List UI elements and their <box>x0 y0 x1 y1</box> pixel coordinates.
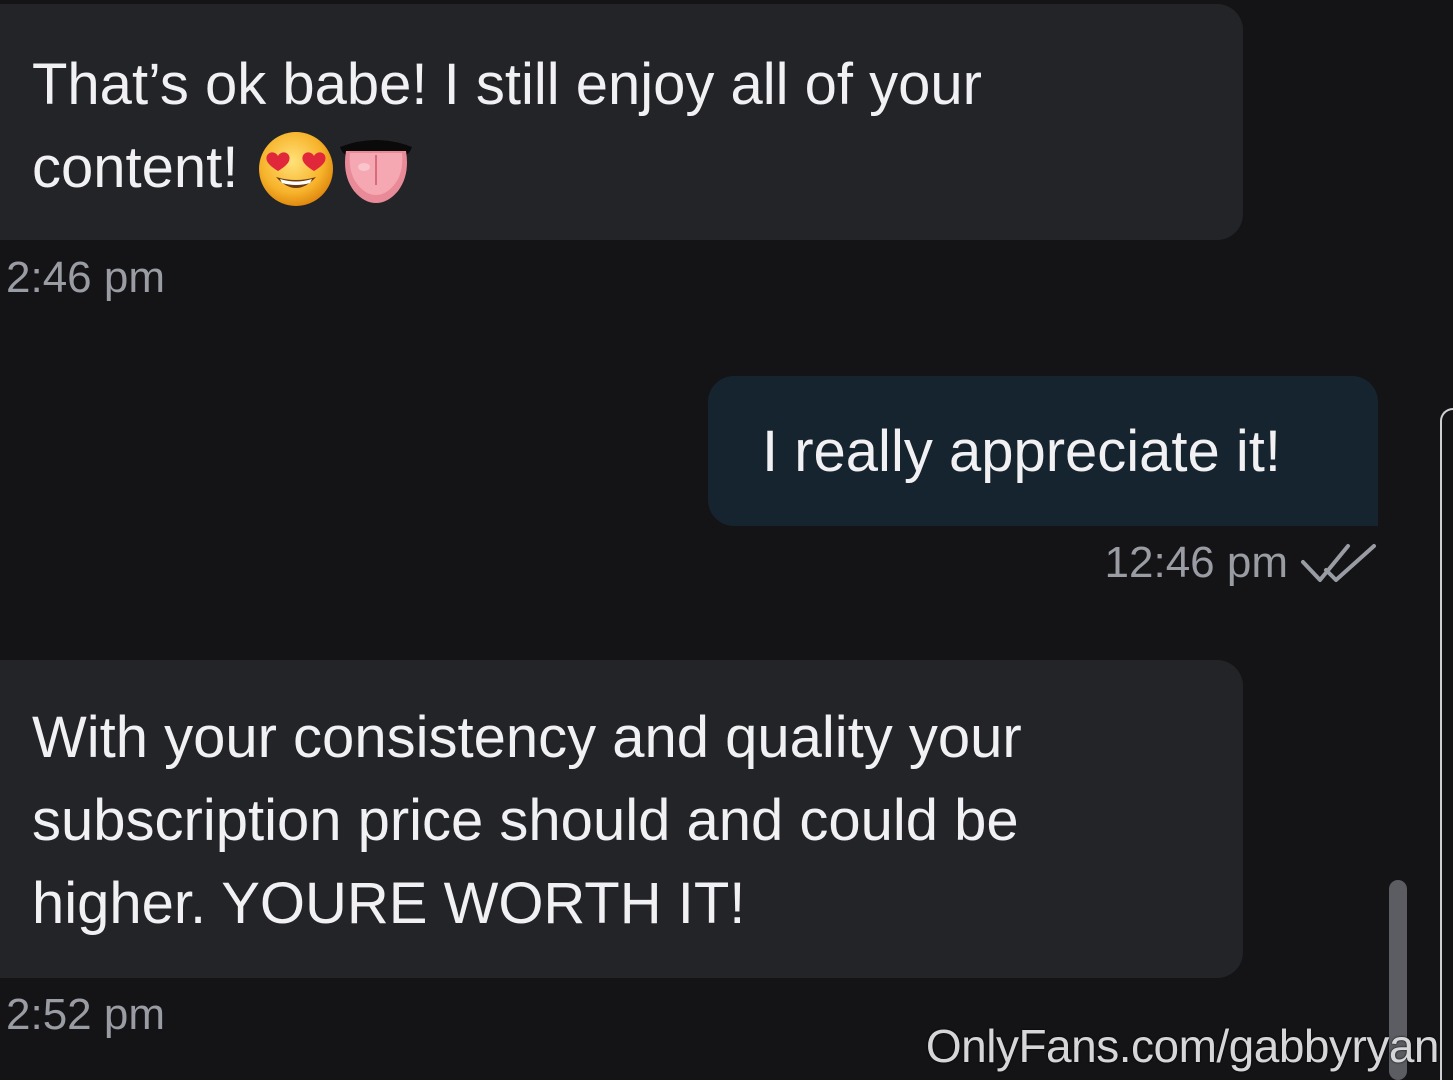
heart-eyes-emoji <box>259 131 334 206</box>
message-text-line: I really appreciate it! <box>762 419 1282 484</box>
emoji-group <box>256 123 416 209</box>
message-text-line: With your consistency and quality your <box>32 705 1022 770</box>
tongue-emoji <box>340 139 413 203</box>
message-text-line: higher. YOURE WORTH IT! <box>32 871 746 936</box>
screen-edge-frame <box>1440 408 1453 1080</box>
incoming-message-bubble[interactable]: That’s ok babe! I still enjoy all of you… <box>0 4 1243 240</box>
watermark-text: OnlyFans.com/gabbyryan <box>925 1020 1440 1072</box>
outgoing-message-bubble[interactable]: I really appreciate it! <box>708 376 1378 526</box>
message-text: content! <box>32 135 239 200</box>
double-check-icon <box>1301 544 1376 582</box>
chat-screen: That’s ok babe! I still enjoy all of you… <box>0 0 1453 1080</box>
message-text-line: subscription price should and could be <box>32 788 1019 853</box>
message-timestamp: 2:52 pm <box>6 990 165 1039</box>
message-text-line: That’s ok babe! I still enjoy all of you… <box>32 52 982 117</box>
message-timestamp: 2:46 pm <box>6 253 165 302</box>
message-timestamp: 12:46 pm <box>1104 538 1288 587</box>
incoming-message-bubble[interactable]: With your consistency and quality your s… <box>0 660 1243 978</box>
message-text-line: content! <box>32 126 1211 215</box>
